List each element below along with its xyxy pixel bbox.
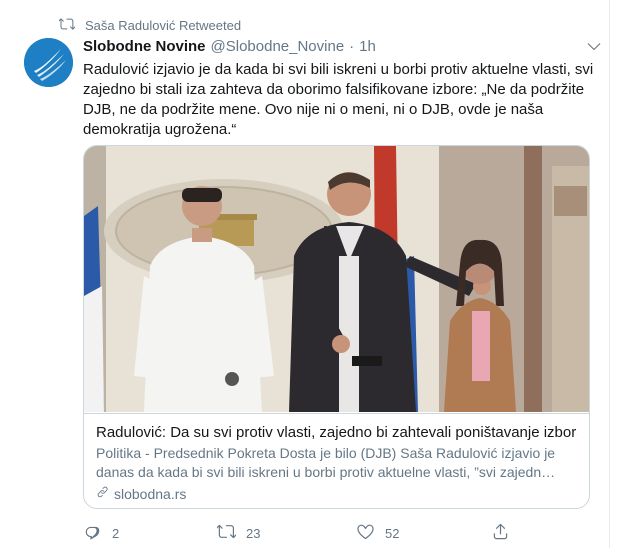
share-button[interactable] xyxy=(491,522,510,544)
reply-icon xyxy=(83,522,102,544)
retweet-button[interactable]: 23 xyxy=(216,522,261,544)
like-count: 52 xyxy=(385,525,400,541)
author-handle[interactable]: @Slobodne_Novine xyxy=(211,38,345,55)
tweet-time[interactable]: 1h xyxy=(359,38,376,55)
card-domain: slobodna.rs xyxy=(114,485,187,502)
card-image xyxy=(84,146,589,412)
separator: · xyxy=(349,38,355,55)
retweet-count: 23 xyxy=(246,525,261,541)
like-button[interactable]: 52 xyxy=(356,522,399,544)
card-domain-row: slobodna.rs xyxy=(96,485,577,502)
author-name[interactable]: Slobodne Novine xyxy=(83,38,206,55)
reply-button[interactable]: 2 xyxy=(83,522,119,544)
retweet-icon xyxy=(58,16,76,35)
link-card[interactable]: Radulović: Da su svi protiv vlasti, zaje… xyxy=(83,145,590,509)
retweet-action-icon xyxy=(216,522,237,544)
chevron-down-icon[interactable] xyxy=(585,37,603,55)
tweet-actions: 2 23 52 xyxy=(83,522,603,544)
card-description: Politika - Predsednik Pokreta Dosta je b… xyxy=(96,445,556,480)
reply-count: 2 xyxy=(112,525,120,541)
tweet-header: Slobodne Novine @Slobodne_Novine · 1h xyxy=(83,38,603,55)
avatar[interactable] xyxy=(24,38,73,87)
retweet-context: Saša Radulović Retweeted xyxy=(58,16,241,35)
timeline-border xyxy=(609,0,610,548)
retweet-label[interactable]: Saša Radulović Retweeted xyxy=(85,18,241,33)
link-icon xyxy=(96,485,110,502)
tweet-text: Radulović izjavio je da kada bi svi bili… xyxy=(83,61,594,138)
card-title: Radulović: Da su svi protiv vlasti, zaje… xyxy=(96,424,577,441)
share-icon xyxy=(491,522,510,544)
card-body: Radulović: Da su svi protiv vlasti, zaje… xyxy=(84,413,589,508)
heart-icon xyxy=(356,522,375,544)
